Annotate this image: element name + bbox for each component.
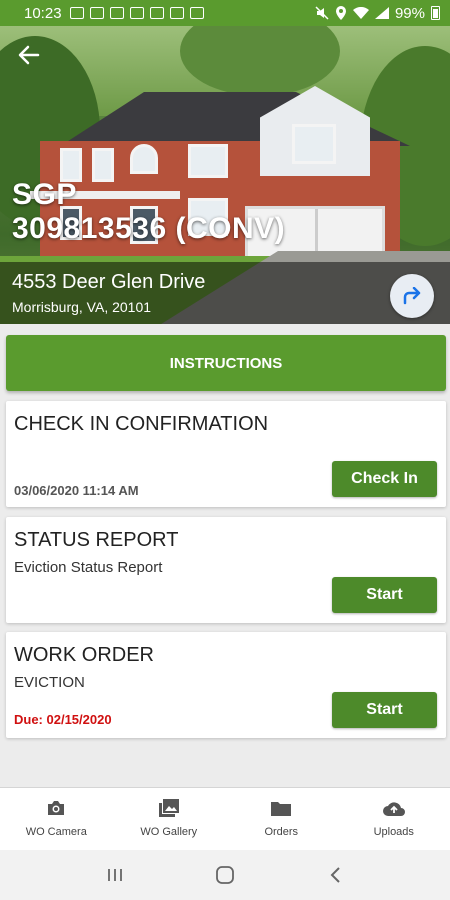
- wifi-icon: [352, 7, 369, 19]
- check-icon: [149, 7, 164, 19]
- house-window: [292, 124, 336, 164]
- status-time: 10:23: [24, 4, 62, 22]
- property-hero: SGP 309813536 (CONV) 4553 Deer Glen Driv…: [0, 26, 450, 324]
- status-bar: 10:23 99%: [0, 0, 450, 26]
- gallery-icon: [158, 798, 180, 818]
- house-window: [60, 148, 82, 182]
- nav-label: WO Camera: [25, 826, 87, 838]
- card-title: STATUS REPORT: [14, 529, 179, 551]
- notification-icon: [69, 7, 84, 19]
- status-report-card: STATUS REPORT Eviction Status Report Sta…: [6, 517, 446, 623]
- back-chevron-icon: [330, 867, 340, 883]
- navigate-button[interactable]: [390, 274, 434, 318]
- check-in-timestamp: 03/06/2020 11:14 AM: [14, 483, 139, 498]
- card-title: WORK ORDER: [14, 644, 154, 666]
- status-report-start-button[interactable]: Start: [332, 577, 437, 613]
- signal-icon: [169, 7, 184, 19]
- nav-wo-gallery[interactable]: WO Gallery: [113, 788, 226, 850]
- house-window: [92, 148, 114, 182]
- recent-apps-button[interactable]: [95, 860, 135, 890]
- folder-icon: [270, 798, 292, 818]
- nav-label: Orders: [264, 826, 299, 838]
- nav-uploads[interactable]: Uploads: [338, 788, 450, 850]
- work-order-card: WORK ORDER EVICTION Due: 02/15/2020 Star…: [6, 632, 446, 738]
- image-icon: [129, 7, 144, 19]
- due-date: Due: 02/15/2020: [14, 712, 112, 727]
- instructions-button[interactable]: INSTRUCTIONS: [6, 335, 446, 391]
- notification-icons: [69, 7, 204, 19]
- back-button[interactable]: [315, 860, 355, 890]
- back-arrow-icon[interactable]: [18, 44, 46, 68]
- check-in-card: CHECK IN CONFIRMATION 03/06/2020 11:14 A…: [6, 401, 446, 507]
- system-navigation-bar: [0, 850, 450, 900]
- camera-icon: [45, 798, 67, 818]
- nav-wo-camera[interactable]: WO Camera: [0, 788, 113, 850]
- card-subtitle: Eviction Status Report: [14, 559, 163, 576]
- house-window: [188, 144, 228, 178]
- navigate-icon: [403, 287, 421, 305]
- work-order-start-button[interactable]: Start: [332, 692, 437, 728]
- card-subtitle: EVICTION: [14, 674, 85, 691]
- battery-icon: [431, 6, 440, 20]
- property-city: Morrisburg, VA, 20101: [12, 299, 152, 315]
- property-type-title: SGP: [12, 178, 77, 211]
- recent-apps-icon: [108, 869, 122, 881]
- house-window: [130, 144, 158, 174]
- property-address: 4553 Deer Glen Drive: [12, 271, 206, 293]
- home-icon: [216, 866, 234, 884]
- bottom-navigation: WO Camera WO Gallery Orders Uploads: [0, 787, 450, 850]
- location-icon: [335, 6, 346, 20]
- order-number-title: 309813536 (CONV): [12, 212, 286, 245]
- bag-icon: [189, 7, 204, 19]
- home-button[interactable]: [205, 860, 245, 890]
- cell-signal-icon: [374, 7, 389, 19]
- mute-icon: [315, 6, 329, 20]
- battery-percent: 99%: [394, 4, 425, 22]
- message-icon: [89, 7, 104, 19]
- check-in-button[interactable]: Check In: [332, 461, 437, 497]
- nav-orders[interactable]: Orders: [225, 788, 338, 850]
- nav-label: WO Gallery: [140, 826, 198, 838]
- card-title: CHECK IN CONFIRMATION: [14, 413, 269, 435]
- nav-label: Uploads: [373, 826, 414, 838]
- cloud-upload-icon: [382, 798, 405, 818]
- message-icon: [109, 7, 124, 19]
